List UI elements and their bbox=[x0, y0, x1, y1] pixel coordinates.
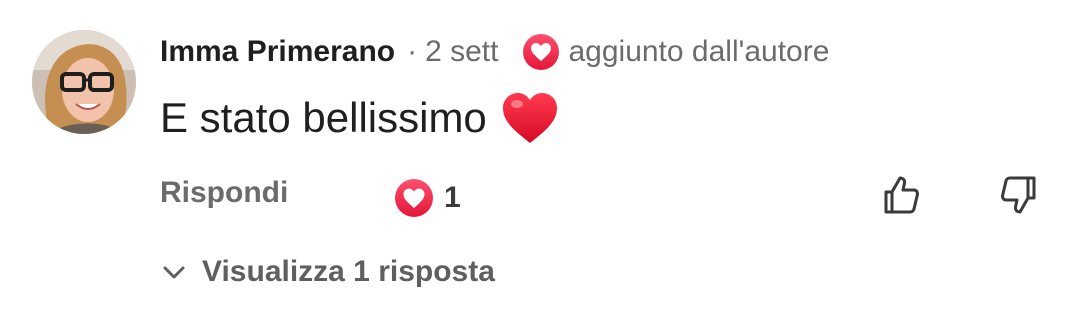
avatar[interactable] bbox=[32, 30, 136, 134]
comment-text: E stato bellissimo bbox=[160, 94, 487, 141]
author-liked-badge: aggiunto dall'autore bbox=[568, 35, 830, 68]
dislike-button[interactable] bbox=[996, 172, 1042, 218]
heart-reaction-icon bbox=[394, 178, 434, 218]
comment-actions: Rispondi 1 bbox=[160, 172, 1060, 220]
comment: Imma Primerano · 2 sett aggiunto dall'au… bbox=[0, 0, 1080, 327]
avatar-image bbox=[32, 30, 136, 134]
author-heart-icon bbox=[522, 33, 560, 71]
thumbs-up-icon bbox=[884, 176, 919, 214]
comment-time: 2 sett bbox=[425, 35, 499, 68]
reaction-summary[interactable]: 1 bbox=[394, 176, 461, 220]
view-replies-label: Visualizza 1 risposta bbox=[202, 255, 495, 288]
separator-dot: · bbox=[407, 35, 418, 68]
reply-button[interactable]: Rispondi bbox=[160, 176, 288, 210]
like-button[interactable] bbox=[878, 172, 924, 218]
chevron-down-icon bbox=[160, 258, 188, 286]
comment-header: Imma Primerano · 2 sett aggiunto dall'au… bbox=[160, 30, 829, 74]
reaction-count: 1 bbox=[444, 181, 461, 214]
author-name[interactable]: Imma Primerano bbox=[160, 35, 395, 69]
red-heart-emoji-icon bbox=[501, 91, 559, 145]
view-replies-toggle[interactable]: Visualizza 1 risposta bbox=[160, 250, 495, 294]
comment-body: E stato bellissimo bbox=[160, 88, 559, 148]
thumbs-down-icon bbox=[1001, 176, 1036, 214]
